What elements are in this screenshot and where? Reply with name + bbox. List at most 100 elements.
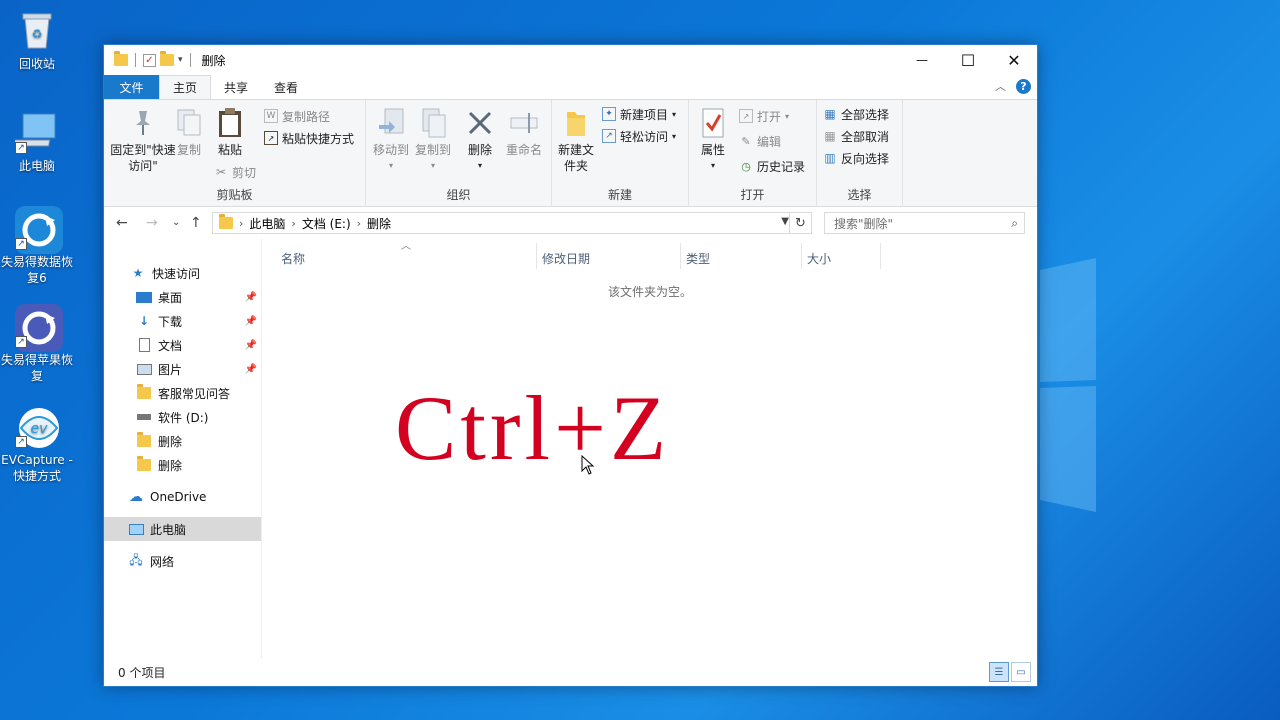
copy-icon bbox=[174, 106, 204, 140]
column-header-modified[interactable]: 修改日期 bbox=[542, 247, 590, 269]
file-list-pane[interactable]: ︿ 名称 修改日期 类型 大小 该文件夹为空。 Ctrl+Z bbox=[263, 239, 1037, 659]
ribbon-group-label: 剪贴板 bbox=[216, 188, 253, 202]
chevron-down-icon: ▾ bbox=[672, 131, 677, 141]
nav-onedrive[interactable]: ☁ OneDrive bbox=[104, 485, 261, 509]
history-clock-icon: ◷ bbox=[741, 159, 751, 173]
help-icon[interactable]: ? bbox=[1016, 78, 1031, 94]
address-dropdown-chevron-icon[interactable]: ▼ bbox=[781, 216, 789, 227]
large-icons-view-icon[interactable]: ▭ bbox=[1011, 662, 1031, 682]
desktop-icon-this-pc[interactable]: ↗ 此电脑 bbox=[0, 110, 74, 174]
breadcrumb-chevron-icon[interactable]: › bbox=[291, 217, 295, 230]
chevron-down-icon: ▾ bbox=[477, 161, 482, 170]
tab-view[interactable]: 查看 bbox=[261, 75, 311, 99]
back-arrow-icon[interactable]: ← bbox=[116, 215, 128, 231]
cut-button[interactable]: ✂ 剪切 bbox=[214, 162, 256, 182]
sort-chevron-up-icon: ︿ bbox=[401, 241, 411, 252]
minimize-button[interactable]: — bbox=[899, 45, 945, 75]
evcapture-app-icon: ev ↗ bbox=[15, 404, 59, 448]
copy-path-icon: W bbox=[264, 109, 278, 123]
edit-button[interactable]: ✎ 编辑 bbox=[739, 131, 781, 151]
breadcrumb-this-pc[interactable]: 此电脑 bbox=[249, 215, 285, 232]
open-button[interactable]: ↗ 打开 ▾ bbox=[739, 106, 789, 126]
column-header-type[interactable]: 类型 bbox=[686, 247, 710, 269]
picture-icon bbox=[136, 362, 152, 376]
easy-access-icon: ↗ bbox=[602, 129, 616, 143]
pin-icon: 📌 bbox=[244, 339, 257, 351]
easy-access-button[interactable]: ↗ 轻松访问 ▾ bbox=[602, 126, 676, 146]
desktop-icon-evcapture[interactable]: ev ↗ EVCapture - 快捷方式 bbox=[0, 404, 74, 484]
new-item-button[interactable]: ✦ 新建项目 ▾ bbox=[602, 104, 676, 124]
recycle-bin-icon: ♻ bbox=[15, 8, 59, 52]
nav-item-documents[interactable]: 文档 📌 bbox=[104, 333, 261, 357]
column-header-size[interactable]: 大小 bbox=[807, 247, 831, 269]
window-title: 删除 bbox=[201, 53, 226, 68]
new-folder-icon bbox=[561, 106, 591, 140]
chevron-down-icon[interactable]: ▾ bbox=[178, 55, 183, 65]
shortcut-arrow-icon: ↗ bbox=[15, 336, 27, 348]
computer-icon bbox=[128, 522, 144, 536]
item-count: 0 个项目 bbox=[118, 666, 166, 680]
new-folder-icon[interactable] bbox=[160, 51, 174, 66]
pin-to-quick-access-button[interactable]: 固定到"快速访问" bbox=[108, 106, 178, 174]
breadcrumb-chevron-icon[interactable]: › bbox=[239, 217, 243, 230]
column-header-name[interactable]: 名称 bbox=[281, 247, 305, 269]
breadcrumb-current-folder[interactable]: 删除 bbox=[367, 215, 391, 232]
forward-arrow-icon[interactable]: → bbox=[146, 215, 158, 231]
invert-selection-button[interactable]: ▥ 反向选择 bbox=[823, 148, 889, 168]
desktop-icon bbox=[136, 290, 152, 304]
document-icon bbox=[136, 338, 152, 352]
new-item-icon: ✦ bbox=[602, 107, 616, 121]
properties-checkmark-icon[interactable]: ✓ bbox=[143, 53, 156, 67]
breadcrumb-drive-e[interactable]: 文档 (E:) bbox=[302, 215, 351, 232]
nav-quick-access[interactable]: ★ 快速访问 bbox=[104, 261, 261, 285]
title-bar[interactable]: ✓ ▾ 删除 — ☐ ✕ bbox=[104, 45, 1037, 75]
empty-folder-message: 该文件夹为空。 bbox=[608, 285, 693, 299]
move-to-button[interactable]: 移动到 ▾ bbox=[370, 106, 412, 174]
copy-to-icon bbox=[418, 106, 448, 140]
tab-share[interactable]: 共享 bbox=[211, 75, 261, 99]
nav-item-drive-d[interactable]: 软件 (D:) bbox=[104, 405, 261, 429]
details-view-icon[interactable]: ☰ bbox=[989, 662, 1009, 682]
computer-icon: ↗ bbox=[12, 110, 59, 154]
view-switcher: ☰ ▭ bbox=[989, 662, 1031, 682]
nav-item-delete-folder[interactable]: 删除 bbox=[104, 453, 261, 477]
desktop-icon-apple-recovery[interactable]: ↗ 失易得苹果恢复 bbox=[0, 304, 74, 384]
search-box[interactable]: 搜索"删除" ⌕ bbox=[824, 212, 1025, 234]
address-bar[interactable]: › 此电脑 › 文档 (E:) › 删除 ▼ ↻ bbox=[212, 212, 812, 234]
select-all-button[interactable]: ▦ 全部选择 bbox=[823, 104, 889, 124]
delete-button[interactable]: 删除 ▾ bbox=[462, 106, 498, 174]
paste-shortcut-button[interactable]: ↗ 粘贴快捷方式 bbox=[264, 128, 354, 148]
nav-network[interactable]: 🖧 网络 bbox=[104, 549, 261, 573]
collapse-ribbon-chevron-up-icon[interactable]: ︿ bbox=[995, 78, 1006, 94]
search-input[interactable]: 搜索"删除" bbox=[834, 215, 893, 232]
history-button[interactable]: ◷ 历史记录 bbox=[739, 156, 805, 176]
ribbon-group-select: ▦ 全部选择 ▦ 全部取消 ▥ 反向选择 选择 bbox=[817, 100, 903, 207]
nav-item-delete-folder[interactable]: 删除 bbox=[104, 429, 261, 453]
refresh-icon[interactable]: ↻ bbox=[789, 213, 811, 233]
properties-button[interactable]: 属性 ▾ bbox=[695, 106, 731, 174]
scissors-icon: ✂ bbox=[215, 165, 227, 179]
select-none-button[interactable]: ▦ 全部取消 bbox=[823, 126, 889, 146]
close-button[interactable]: ✕ bbox=[991, 45, 1037, 75]
copy-path-button[interactable]: W 复制路径 bbox=[264, 106, 330, 126]
rename-button[interactable]: 重命名 bbox=[502, 106, 546, 158]
copy-to-button[interactable]: 复制到 ▾ bbox=[412, 106, 454, 174]
tab-home[interactable]: 主页 bbox=[159, 75, 212, 99]
nav-item-desktop[interactable]: 桌面 📌 bbox=[104, 285, 261, 309]
tab-file[interactable]: 文件 bbox=[104, 75, 159, 99]
desktop-icon-data-recovery[interactable]: ↗ 失易得数据恢复6 bbox=[0, 206, 74, 286]
copy-button[interactable]: 复制 bbox=[172, 106, 206, 158]
up-arrow-icon[interactable]: ↑ bbox=[190, 215, 202, 231]
data-recovery-app-icon: ↗ bbox=[15, 206, 63, 254]
new-folder-button[interactable]: 新建文件夹 bbox=[556, 106, 596, 174]
nav-item-downloads[interactable]: ↓ 下载 📌 bbox=[104, 309, 261, 333]
nav-item-faq-folder[interactable]: 客服常见问答 bbox=[104, 381, 261, 405]
nav-item-pictures[interactable]: 图片 📌 bbox=[104, 357, 261, 381]
breadcrumb-chevron-icon[interactable]: › bbox=[357, 217, 361, 230]
paste-button[interactable]: 粘贴 bbox=[212, 106, 248, 158]
recent-locations-chevron-down-icon[interactable]: ⌄ bbox=[172, 217, 180, 228]
desktop-icon-recycle-bin[interactable]: ♻ 回收站 bbox=[0, 8, 74, 72]
folder-icon bbox=[219, 214, 233, 229]
nav-this-pc[interactable]: 此电脑 bbox=[104, 517, 261, 541]
maximize-button[interactable]: ☐ bbox=[945, 45, 991, 75]
